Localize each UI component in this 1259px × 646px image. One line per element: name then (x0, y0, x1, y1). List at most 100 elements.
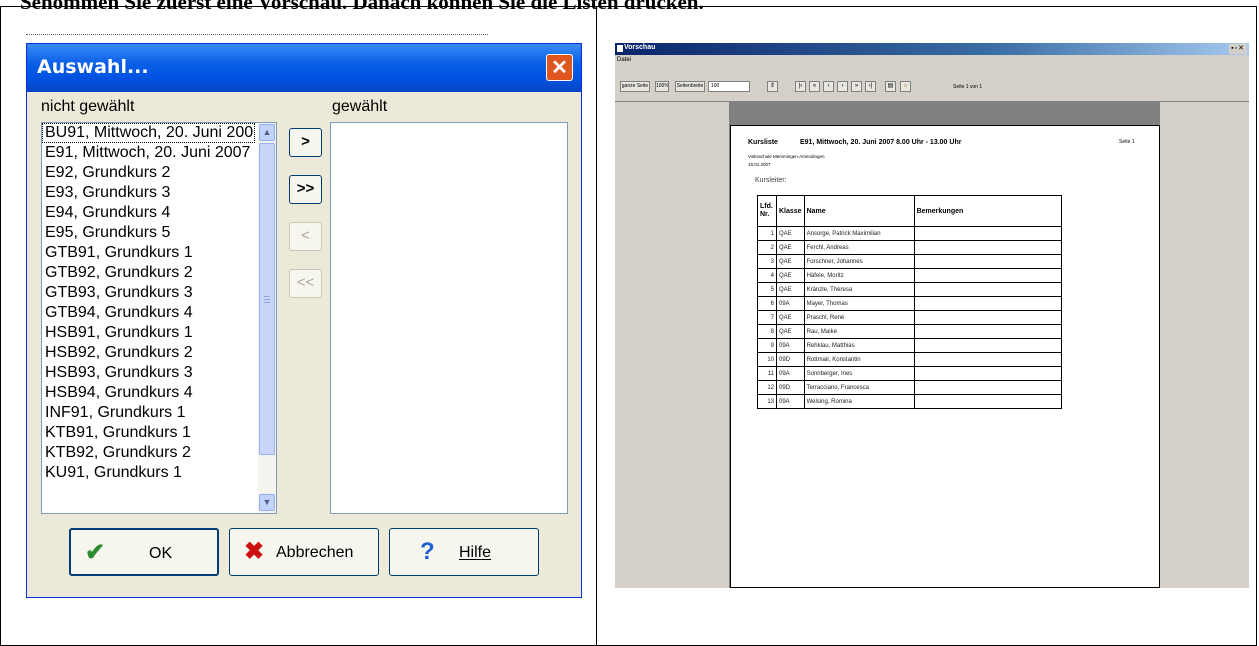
zoom-input[interactable]: 100 (708, 81, 750, 92)
close-icon: ✕ (551, 57, 568, 79)
zoom-spinner[interactable]: ⇕ (767, 81, 778, 92)
table-cell: 11 (757, 366, 777, 381)
prev-page-button[interactable]: ‹ (823, 81, 834, 92)
cancel-button[interactable]: ✖ Abbrechen (229, 528, 379, 576)
table-cell: 5 (757, 282, 777, 297)
list-scrollbar[interactable]: ▲ ▼ (258, 123, 276, 513)
list-item[interactable]: GTB94, Grundkurs 4 (42, 303, 255, 323)
table-cell: 4 (757, 268, 777, 283)
table-cell: 12 (757, 380, 777, 395)
list-item[interactable]: GTB93, Grundkurs 3 (42, 283, 255, 303)
printer-icon: ▤ (887, 83, 894, 89)
table-row: 6 09A Mayer, Thomas (757, 296, 1062, 311)
help-button[interactable]: ? Hilfe (389, 528, 539, 576)
table-cell: QAE (776, 310, 805, 325)
print-button[interactable]: ▤ (885, 81, 896, 92)
list-item[interactable]: KTB92, Grundkurs 2 (42, 443, 255, 463)
dialog-titlebar[interactable]: Auswahl... ✕ (27, 44, 581, 92)
table-row: 9 09A Rehklau, Matthias (757, 338, 1062, 353)
scroll-up-button[interactable]: ▲ (259, 124, 275, 141)
report-table: Lfd. Nr. Klasse Name Bemerkungen 1 QAE Ans… (757, 195, 1062, 409)
list-item[interactable]: HSB94, Grundkurs 4 (42, 383, 255, 403)
ok-button[interactable]: ✔ OK (69, 528, 219, 576)
checkmark-icon: ✔ (85, 539, 106, 566)
move-right-button[interactable]: > (289, 128, 322, 157)
next-page-button[interactable]: › (837, 81, 848, 92)
table-cell: 10 (757, 352, 777, 367)
prev-fast-button[interactable]: « (809, 81, 820, 92)
list-item[interactable]: HSB92, Grundkurs 2 (42, 343, 255, 363)
list-item[interactable]: E92, Grundkurs 2 (42, 163, 255, 183)
zoom-100-button[interactable]: 100% (655, 81, 669, 92)
table-row: 8 QAE Rau, Maike (757, 324, 1062, 339)
move-left-button[interactable]: < (289, 222, 322, 251)
list-item[interactable]: INF91, Grundkurs 1 (42, 403, 255, 423)
table-cell (913, 310, 1062, 325)
selected-list[interactable] (330, 122, 568, 514)
available-items: BU91, Mittwoch, 20. Juni 200 E91, Mittwoc… (42, 123, 276, 483)
table-cell: 09A (776, 394, 805, 409)
move-all-right-button[interactable]: >> (289, 175, 322, 204)
door-icon: ⌂ (903, 83, 908, 89)
table-cell: Rehklau, Matthias (803, 338, 915, 353)
list-item[interactable]: GTB91, Grundkurs 1 (42, 243, 255, 263)
page-indicator: Seite 1 von 1 (953, 84, 983, 90)
table-cell (913, 282, 1062, 297)
spinner-icon: ⇕ (769, 83, 776, 89)
menu-datei[interactable]: Datei (617, 57, 631, 63)
preview-titlebar[interactable]: Vorschau ▪▫✕ (615, 43, 1249, 55)
list-item[interactable]: E93, Grundkurs 3 (42, 183, 255, 203)
scroll-down-button[interactable]: ▼ (259, 494, 275, 511)
table-row: 13 09A Welsing, Romina (757, 394, 1062, 409)
list-item[interactable]: KU91, Grundkurs 1 (42, 463, 255, 483)
table-cell: Rottmair, Konstantin (803, 352, 915, 367)
preview-area: Kursliste E91, Mittwoch, 20. Juni 2007 8… (615, 102, 1249, 588)
column-header: Bemerkungen (913, 195, 1062, 227)
list-item[interactable]: KTB91, Grundkurs 1 (42, 423, 255, 443)
help-label: Hilfe (459, 544, 492, 561)
table-cell (913, 226, 1062, 241)
list-item[interactable]: HSB93, Grundkurs 3 (42, 363, 255, 383)
move-all-left-button[interactable]: << (289, 269, 322, 298)
report-header-row: Lfd. Nr. Klasse Name Bemerkungen (757, 195, 1062, 227)
table-cell: 09A (776, 366, 805, 381)
whole-page-button[interactable]: ganze Seite (620, 81, 650, 92)
table-cell (913, 324, 1062, 339)
available-list[interactable]: BU91, Mittwoch, 20. Juni 200 E91, Mittwoc… (41, 122, 277, 514)
table-cell: 1 (757, 226, 777, 241)
list-item[interactable]: HSB91, Grundkurs 1 (42, 323, 255, 343)
list-item[interactable]: E94, Grundkurs 4 (42, 203, 255, 223)
close-button[interactable]: ✕ (546, 54, 573, 81)
table-cell (913, 380, 1062, 395)
x-icon: ✖ (244, 538, 265, 565)
next-fast-button[interactable]: » (851, 81, 862, 92)
table-cell: QAE (776, 240, 805, 255)
thumb-grip (264, 299, 270, 300)
dialog-title: Auswahl... (37, 56, 149, 78)
last-page-button[interactable]: ›| (865, 81, 876, 92)
window-controls[interactable]: ▪▫✕ (1229, 44, 1247, 54)
list-item[interactable]: BU91, Mittwoch, 20. Juni 200 (42, 123, 255, 143)
list-item[interactable]: GTB92, Grundkurs 2 (42, 263, 255, 283)
exit-button[interactable]: ⌂ (900, 81, 911, 92)
table-row: 12 09D Terracciano, Francesca (757, 380, 1062, 395)
chevron-right-icon: › (841, 83, 844, 89)
scroll-thumb[interactable] (259, 143, 275, 455)
table-cell: Welsing, Romina (803, 394, 915, 409)
thumb-grip (264, 302, 270, 303)
list-item[interactable]: E95, Grundkurs 5 (42, 223, 255, 243)
cancel-label: Abbrechen (276, 544, 354, 561)
preview-title: Vorschau (624, 44, 656, 51)
report-school: Volksschule Memmingen-Amendingen (748, 154, 825, 159)
table-cell: Terracciano, Francesca (803, 380, 915, 395)
page-width-button[interactable]: Seitenbreite (675, 81, 705, 92)
question-mark-icon: ? (420, 538, 435, 565)
table-row: 1 QAE Ansorge, Patrick Maximilian (757, 226, 1062, 241)
first-page-button[interactable]: |‹ (795, 81, 806, 92)
table-cell: 7 (757, 310, 777, 325)
table-cell: 09D (776, 380, 805, 395)
preview-window: Vorschau ▪▫✕ Datei ganze Seite 100% Seit… (615, 43, 1249, 588)
list-item[interactable]: E91, Mittwoch, 20. Juni 2007 (42, 143, 255, 163)
table-cell: QAE (776, 282, 805, 297)
table-cell: 09A (776, 338, 805, 353)
